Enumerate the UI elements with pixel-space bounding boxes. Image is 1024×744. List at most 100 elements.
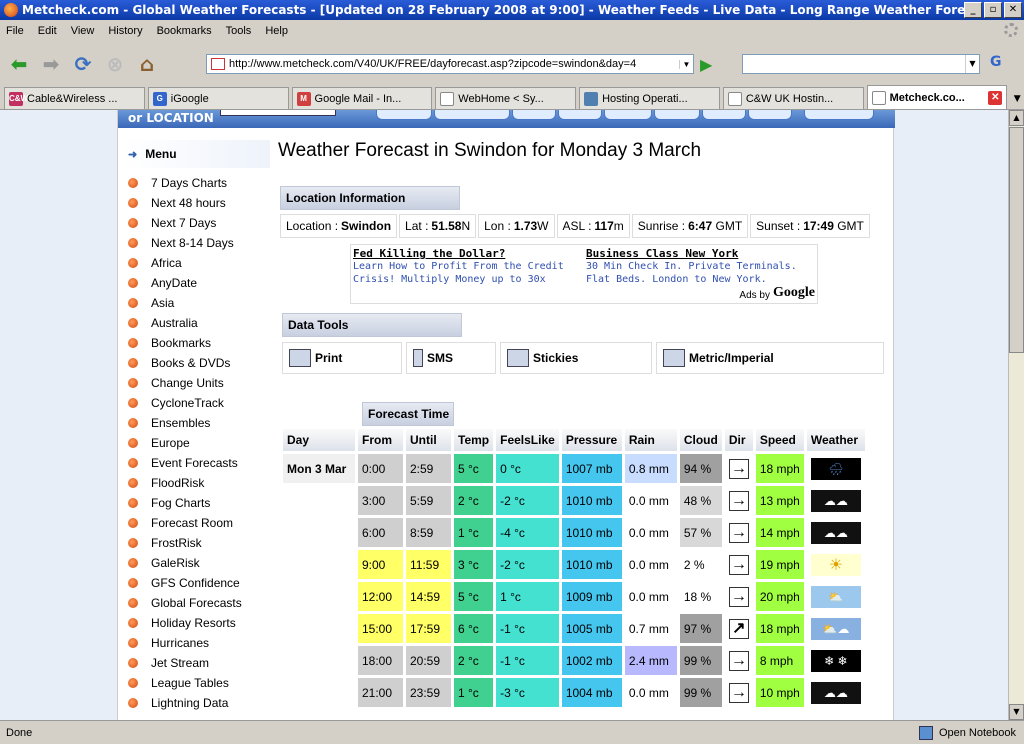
scroll-down-icon[interactable]: ▼ [1009, 704, 1024, 720]
menu-item-label[interactable]: 7 Days Charts [151, 176, 227, 190]
menu-item[interactable]: GFS Confidence [128, 573, 278, 593]
menu-item[interactable]: Ensembles [128, 413, 278, 433]
site-nav-button[interactable] [558, 110, 602, 120]
site-nav-button[interactable] [376, 110, 432, 120]
site-nav-button[interactable] [512, 110, 556, 120]
site-nav-button[interactable] [702, 110, 746, 120]
url-bar[interactable]: http://www.metcheck.com/V40/UK/FREE/dayf… [206, 54, 694, 74]
menu-item[interactable]: FloodRisk [128, 473, 278, 493]
url-dropdown-icon[interactable]: ▼ [679, 59, 693, 69]
menu-item[interactable]: Australia [128, 313, 278, 333]
sms-button[interactable]: SMS [406, 342, 496, 374]
menu-item-label[interactable]: Event Forecasts [151, 456, 238, 470]
menu-item-label[interactable]: Next 8-14 Days [151, 236, 234, 250]
menu-item[interactable]: League Tables [128, 673, 278, 693]
menu-item-label[interactable]: Holiday Resorts [151, 616, 236, 630]
scroll-up-icon[interactable]: ▲ [1009, 110, 1024, 126]
menu-item[interactable]: 7 Days Charts [128, 173, 278, 193]
reload-button[interactable]: ⟳ [70, 51, 96, 77]
menu-item[interactable]: Asia [128, 293, 278, 313]
tab-6[interactable]: Metcheck.co... ✕ [866, 85, 1008, 109]
menu-item[interactable]: Jet Stream [128, 653, 278, 673]
menu-item[interactable]: Next 7 Days [128, 213, 278, 233]
home-button[interactable]: ⌂ [134, 51, 160, 77]
search-input[interactable]: ▼ [742, 54, 980, 74]
menu-item[interactable]: Event Forecasts [128, 453, 278, 473]
site-nav-button[interactable] [654, 110, 700, 120]
back-button[interactable]: ⬅ [6, 51, 32, 77]
menu-help[interactable]: Help [265, 25, 288, 37]
tab-2[interactable]: M Google Mail - In... [291, 87, 433, 109]
menu-bookmarks[interactable]: Bookmarks [157, 25, 212, 37]
menu-item-label[interactable]: Books & DVDs [151, 356, 230, 370]
tab-list-icon[interactable]: ▼ [1010, 89, 1024, 109]
vertical-scrollbar[interactable]: ▲ ▼ [1008, 110, 1024, 720]
site-more-button[interactable] [804, 110, 874, 120]
menu-item-label[interactable]: Fog Charts [151, 496, 210, 510]
tab-0[interactable]: C&W Cable&Wireless ... [4, 87, 145, 109]
ads-by-google[interactable]: Ads by Google [739, 285, 815, 301]
menu-item[interactable]: Next 48 hours [128, 193, 278, 213]
menu-item-label[interactable]: Global Forecasts [151, 596, 242, 610]
search-dropdown-icon[interactable]: ▼ [965, 55, 979, 73]
menu-item[interactable]: Holiday Resorts [128, 613, 278, 633]
menu-item-label[interactable]: AnyDate [151, 276, 197, 290]
stop-button[interactable]: ⊗ [102, 51, 128, 77]
close-window-button[interactable]: ✕ [1004, 2, 1022, 18]
search-engine-google-icon[interactable]: G [990, 54, 1002, 70]
menu-item-label[interactable]: CycloneTrack [151, 396, 224, 410]
menu-item-label[interactable]: FrostRisk [151, 536, 202, 550]
menu-file[interactable]: File [6, 25, 24, 37]
ad-body[interactable]: Learn How to Profit From the Credit Cris… [353, 260, 585, 286]
menu-edit[interactable]: Edit [38, 25, 57, 37]
tab-5[interactable]: C&W UK Hostin... [722, 87, 864, 109]
menu-item[interactable]: Change Units [128, 373, 278, 393]
scroll-thumb[interactable] [1009, 127, 1024, 353]
menu-item[interactable]: Fog Charts [128, 493, 278, 513]
menu-item-label[interactable]: Forecast Room [151, 516, 233, 530]
menu-item-label[interactable]: Hurricanes [151, 636, 209, 650]
menu-item[interactable]: AnyDate [128, 273, 278, 293]
metric-imperial-button[interactable]: Metric/Imperial [656, 342, 884, 374]
menu-item-label[interactable]: Asia [151, 296, 174, 310]
menu-item[interactable]: Forecast Room [128, 513, 278, 533]
menu-item[interactable]: Hurricanes [128, 633, 278, 653]
menu-item-label[interactable]: Change Units [151, 376, 224, 390]
go-button[interactable]: ▶ [700, 55, 712, 74]
menu-tools[interactable]: Tools [226, 25, 252, 37]
menu-item[interactable]: Africa [128, 253, 278, 273]
ad-headline[interactable]: Fed Killing the Dollar? [353, 247, 585, 260]
ad-item[interactable]: Business Class New York 30 Min Check In.… [586, 247, 818, 286]
tab-1[interactable]: GiGoogle [147, 87, 289, 109]
menu-item-label[interactable]: Next 48 hours [151, 196, 226, 210]
open-notebook-button[interactable]: Open Notebook [918, 725, 1016, 740]
menu-item-label[interactable]: Africa [151, 256, 182, 270]
ad-headline[interactable]: Business Class New York [586, 247, 818, 260]
site-nav-button[interactable] [604, 110, 652, 120]
forward-button[interactable]: ➡ [38, 51, 64, 77]
menu-item-label[interactable]: Lightning Data [151, 696, 228, 710]
menu-item[interactable]: Global Forecasts [128, 593, 278, 613]
menu-item[interactable]: FrostRisk [128, 533, 278, 553]
menu-item[interactable]: GaleRisk [128, 553, 278, 573]
menu-item-label[interactable]: Next 7 Days [151, 216, 216, 230]
print-button[interactable]: Print [282, 342, 402, 374]
stickies-button[interactable]: Stickies [500, 342, 652, 374]
menu-item-label[interactable]: Europe [151, 436, 190, 450]
menu-item[interactable]: CycloneTrack [128, 393, 278, 413]
menu-item-label[interactable]: Bookmarks [151, 336, 211, 350]
menu-view[interactable]: View [71, 25, 95, 37]
url-text[interactable]: http://www.metcheck.com/V40/UK/FREE/dayf… [229, 58, 679, 70]
menu-item-label[interactable]: FloodRisk [151, 476, 204, 490]
minimize-button[interactable]: _ [964, 2, 982, 18]
menu-item[interactable]: Lightning Data [128, 693, 278, 713]
menu-item-label[interactable]: GaleRisk [151, 556, 200, 570]
menu-item-label[interactable]: GFS Confidence [151, 576, 240, 590]
menu-history[interactable]: History [108, 25, 142, 37]
menu-item[interactable]: Next 8-14 Days [128, 233, 278, 253]
site-nav-button[interactable] [748, 110, 792, 120]
maximize-button[interactable]: ▫ [984, 2, 1002, 18]
menu-item-label[interactable]: Australia [151, 316, 198, 330]
menu-item[interactable]: Europe [128, 433, 278, 453]
site-nav-button[interactable] [434, 110, 510, 120]
